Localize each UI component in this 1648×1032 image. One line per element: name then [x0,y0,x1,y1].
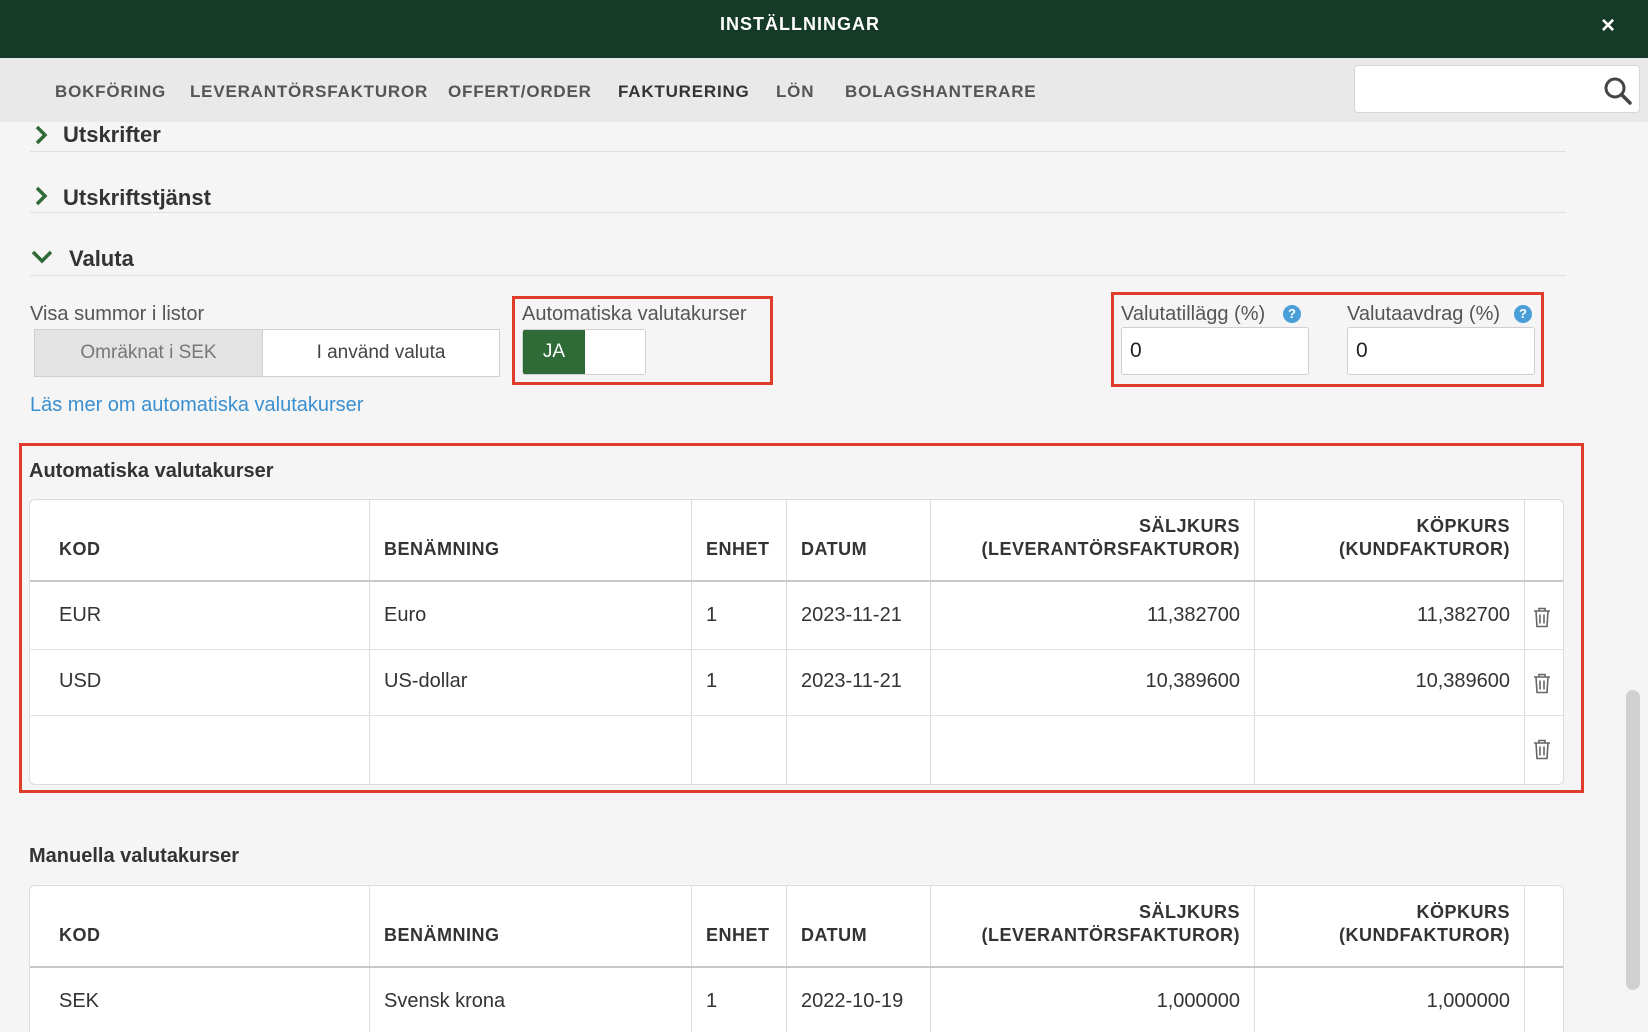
column-header-saljkurs[interactable]: SÄLJKURS (LEVERANTÖRSFAKTUROR) [930,901,1240,947]
section-utskrifter[interactable]: Utskrifter [30,122,1566,152]
header-line: (KUNDFAKTUROR) [1339,925,1510,945]
show-sums-segmented-control: Omräknat i SEK I använd valuta [34,329,500,377]
cell-enhet: 1 [706,990,718,1012]
tab-leverantorsfakturor[interactable]: LEVERANTÖRSFAKTUROR [190,82,428,102]
section-label: Utskriftstjänst [63,185,211,210]
manual-rates-title: Manuella valutakurser [29,845,240,867]
header-line: (LEVERANTÖRSFAKTUROR) [981,925,1240,945]
tab-lon[interactable]: LÖN [776,82,814,102]
show-sums-label: Visa summor i listor [30,303,205,325]
section-utskriftstjanst[interactable]: Utskriftstjänst [30,183,1566,213]
option-i-anvand-valuta[interactable]: I använd valuta [263,330,499,376]
option-omraknat-i-sek[interactable]: Omräknat i SEK [35,330,263,376]
page-title: INSTÄLLNINGAR [720,14,880,34]
cell-datum: 2022-10-19 [801,990,904,1012]
search-input[interactable] [1363,74,1593,104]
header-bar: INSTÄLLNINGAR × [0,0,1648,58]
chevron-right-icon [35,125,48,145]
column-header-benamning[interactable]: BENÄMNING [384,925,500,946]
close-button[interactable]: × [1601,14,1615,38]
chevron-down-icon [31,250,53,264]
highlight-auto-rates-table [19,443,1584,793]
column-header-enhet[interactable]: ENHET [706,925,770,946]
cell-saljkurs: 1,000000 [1156,990,1240,1012]
table-header: KOD BENÄMNING ENHET DATUM SÄLJKURS (LEVE… [30,886,1563,968]
search-icon[interactable] [1603,76,1633,106]
tab-fakturering[interactable]: FAKTURERING [618,82,750,102]
scrollbar-thumb[interactable] [1626,690,1640,990]
manual-rates-table: KOD BENÄMNING ENHET DATUM SÄLJKURS (LEVE… [29,885,1564,1032]
section-valuta[interactable]: Valuta [30,244,1566,276]
column-header-datum[interactable]: DATUM [801,925,867,946]
section-label: Utskrifter [63,122,161,147]
column-header-kopkurs[interactable]: KÖPKURS (KUNDFAKTUROR) [1254,901,1510,947]
table-row[interactable]: SEK Svensk krona 1 2022-10-19 1,000000 1… [30,970,1563,1032]
section-label: Valuta [69,246,134,271]
tab-bokforing[interactable]: BOKFÖRING [55,82,166,102]
highlight-surcharge-deduction [1111,292,1544,387]
header-line: KÖPKURS [1416,902,1510,922]
cell-kod: SEK [59,990,100,1012]
tab-bolagshanterare[interactable]: BOLAGSHANTERARE [845,82,1036,102]
header-line: SÄLJKURS [1138,902,1240,922]
chevron-right-icon [35,186,48,206]
search-box [1354,65,1640,113]
tab-offert-order[interactable]: OFFERT/ORDER [448,82,592,102]
column-header-kod[interactable]: KOD [59,925,101,946]
read-more-link[interactable]: Läs mer om automatiska valutakurser [30,394,363,417]
cell-kopkurs: 1,000000 [1426,990,1510,1012]
highlight-auto-rates [512,296,773,385]
cell-benamning: Svensk krona [384,990,506,1012]
